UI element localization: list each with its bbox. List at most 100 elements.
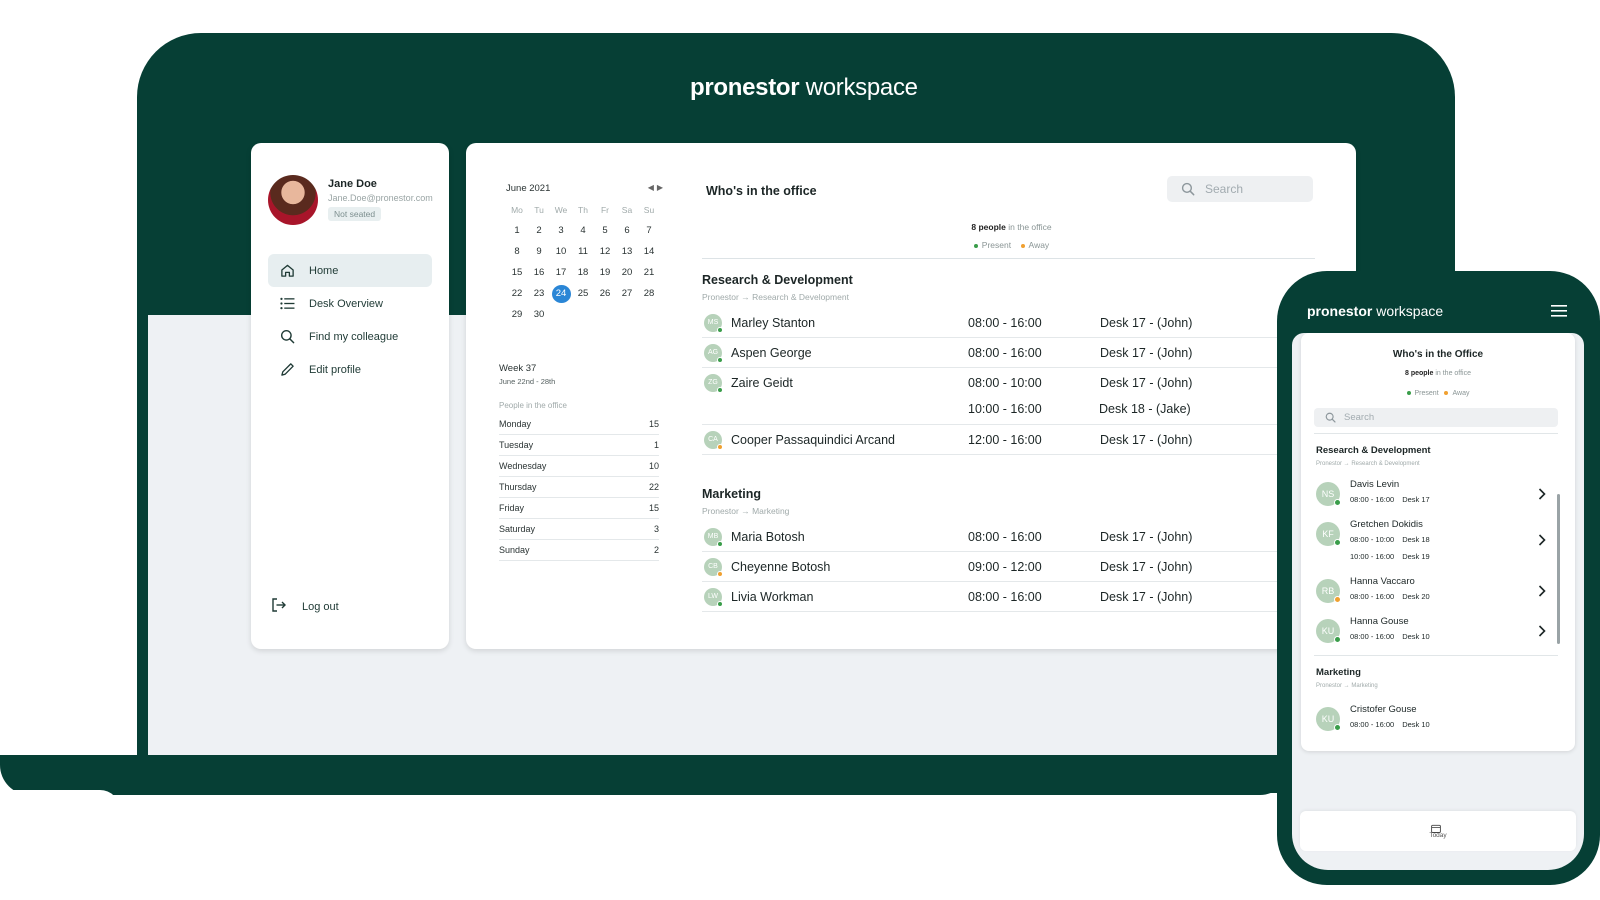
list-item[interactable]: KF Gretchen Dokidis 08:00 - 10:00 Desk 18 10… [1316,519,1556,561]
calendar-day[interactable]: 2 [528,222,550,240]
calendar-day[interactable]: 9 [528,243,550,261]
calendar-day[interactable]: 22 [506,285,528,303]
calendar-day[interactable]: 16 [528,264,550,282]
calendar-day[interactable]: 12 [594,243,616,261]
search-input[interactable]: Search [1167,176,1313,202]
calendar-day[interactable]: 25 [572,285,594,303]
avatar-initials: RB [1321,586,1335,596]
person-avatar: KU [1316,707,1341,731]
list-item[interactable]: RB Hanna Vaccaro 08:00 - 16:00 Desk 20 [1316,576,1556,616]
calendar-day[interactable]: 7 [638,222,660,240]
search-placeholder: Search [1344,412,1375,423]
hamburger-menu-icon[interactable] [1551,304,1567,322]
person-avatar: NS [1316,482,1341,506]
table-row[interactable]: LW Livia Workman 08:00 - 16:00 Desk 17 - (J… [702,582,1322,612]
calendar-day[interactable]: 19 [594,264,616,282]
calendar-day[interactable]: 21 [638,264,660,282]
table-row[interactable]: AG Aspen George 08:00 - 16:00 Desk 17 - (Jo… [702,338,1322,368]
chevron-right-icon[interactable] [1538,624,1546,642]
calendar-day[interactable]: 6 [616,222,638,240]
table-row[interactable]: MS Marley Stanton 08:00 - 16:00 Desk 17 - (… [702,308,1322,338]
pencil-icon [278,361,296,379]
list-item[interactable]: NS Davis Levin 08:00 - 16:00 Desk 17 [1316,479,1556,519]
phone-office-card: Who's in the Office 8 people in the offi… [1301,333,1575,751]
time-slot: 10:00 - 16:00 [1350,552,1395,561]
person-name: Hanna Vaccaro [1350,576,1415,587]
calendar-day[interactable]: 30 [528,306,550,324]
avatar-initials: KF [1322,529,1334,539]
department-title: Marketing [1316,667,1361,678]
table-row[interactable]: CB Cheyenne Botosh 09:00 - 12:00 Desk 17 - … [702,552,1322,582]
person-name: Hanna Gouse [1350,616,1409,627]
laptop-base [0,755,1290,795]
chevron-right-icon[interactable] [1538,533,1546,551]
calendar-day[interactable]: 11 [572,243,594,261]
desk-assignment: Desk 18 [1402,535,1430,544]
person-avatar: MS [704,314,723,333]
calendar-day[interactable]: 20 [616,264,638,282]
table-row[interactable]: ZG Zaire Geidt 08:00 - 10:00 Desk 17 - (Joh… [702,368,1322,425]
sidebar-item-find-colleague[interactable]: Find my colleague [268,320,432,353]
calendar-day[interactable]: 13 [616,243,638,261]
chevron-right-icon[interactable] [1538,584,1546,602]
chevron-left-icon[interactable]: ◀ [648,183,657,192]
list-item[interactable]: KU Hanna Gouse 08:00 - 16:00 Desk 10 [1316,616,1556,656]
avatar[interactable] [268,175,318,225]
calendar-day[interactable]: 5 [594,222,616,240]
person-name: Marley Stanton [731,316,816,330]
status-badge: Not seated [328,207,382,221]
calendar-day[interactable]: 18 [572,264,594,282]
week-row: Tuesday 1 [499,435,659,456]
week-day: Sunday [499,545,530,555]
sidebar-item-home[interactable]: Home [268,254,432,287]
time-slot: 08:00 - 16:00 [968,530,1042,544]
time-slot: 12:00 - 16:00 [968,433,1042,447]
week-row: Monday 15 [499,414,659,435]
department-title: Research & Development [702,273,853,287]
calendar-day[interactable]: 1 [506,222,528,240]
search-icon [1181,182,1195,196]
week-count: 3 [653,524,659,534]
calendar-day[interactable]: 27 [616,285,638,303]
calendar-day[interactable]: 24 [551,285,571,303]
phone-status-legend: Present Away [1301,390,1575,397]
calendar-day[interactable]: 26 [594,285,616,303]
calendar-day[interactable]: 15 [506,264,528,282]
calendar-day[interactable]: 28 [638,285,660,303]
table-row[interactable]: CA Cooper Passaquindici Arcand 12:00 - 16:… [702,425,1322,455]
list-item[interactable]: KU Cristofer Gouse 08:00 - 16:00 Desk 10 [1316,704,1556,744]
time-slot-line: 08:00 - 10:00 Desk 18 [1350,535,1438,544]
calendar-day[interactable]: 8 [506,243,528,261]
sidebar-item-edit-profile[interactable]: Edit profile [268,353,432,386]
calendar-day[interactable]: 23 [528,285,550,303]
person-avatar: RB [1316,579,1341,603]
calendar-day[interactable]: 4 [572,222,594,240]
desk-assignment: Desk 17 - (John) [1100,433,1193,447]
main-panel: June 2021 ◀▶ Mo Tu We Th Fr Sa Su 1 2 3 4 5 6 7 8 9 10 11… [466,143,1356,649]
avatar-initials: MS [707,319,719,326]
person-avatar: LW [704,588,723,607]
weekday-label: Fr [600,205,610,215]
week-row: Sunday 2 [499,540,659,561]
person-avatar: ZG [704,374,723,393]
chevron-right-icon[interactable] [1538,487,1546,505]
today-tab[interactable]: Today [1300,832,1576,839]
table-row[interactable]: MB Maria Botosh 08:00 - 16:00 Desk 17 - (Jo… [702,522,1322,552]
calendar-day[interactable]: 14 [638,243,660,261]
phone-search-input[interactable]: Search [1314,408,1558,427]
calendar-day[interactable]: 3 [550,222,572,240]
logout-label: Log out [302,601,339,613]
chevron-right-icon[interactable]: ▶ [657,183,666,192]
calendar-day[interactable]: 17 [550,264,572,282]
legend-present: Present [1414,390,1439,397]
sidebar-item-label: Edit profile [309,363,361,376]
present-dot-icon [973,243,978,248]
scrollbar[interactable] [1557,494,1560,644]
calendar-day[interactable]: 10 [550,243,572,261]
search-icon [278,328,296,346]
sidebar-item-desk-overview[interactable]: Desk Overview [268,287,432,320]
logout-button[interactable]: Log out [271,598,339,616]
calendar-day[interactable]: 29 [506,306,528,324]
desk-assignment: Desk 17 - (John) [1100,530,1193,544]
time-slot: 08:00 - 16:00 [1350,592,1395,601]
